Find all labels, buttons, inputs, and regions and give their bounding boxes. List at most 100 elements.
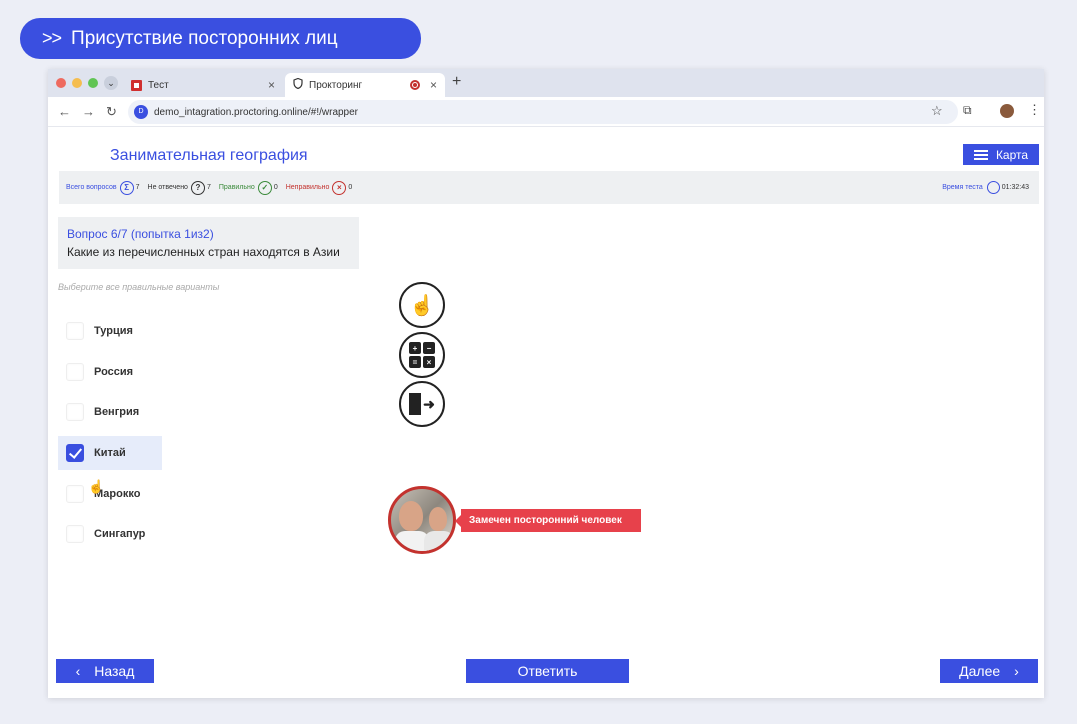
back-button-label: Назад	[94, 663, 135, 679]
tab-title: Прокторинг	[309, 79, 363, 91]
menu-icon	[973, 149, 988, 160]
checkbox-checked[interactable]	[66, 444, 84, 462]
hand-cursor-icon: ☝	[88, 479, 105, 494]
checkbox[interactable]	[66, 525, 84, 543]
bookmark-star-icon[interactable]: ☆	[931, 103, 943, 119]
url-text: demo_intagration.proctoring.online/#!/wr…	[154, 106, 359, 118]
exit-button[interactable]: ➜	[399, 381, 445, 427]
map-button[interactable]: Карта	[963, 144, 1039, 165]
calc-key-equals: =	[409, 356, 421, 368]
url-field[interactable]: D demo_intagration.proctoring.online/#!/…	[128, 100, 958, 124]
avatar[interactable]	[1000, 104, 1014, 118]
stat-label: Неправильно	[285, 184, 330, 191]
test-timer: Время теста 01:32:43	[942, 171, 1029, 204]
calc-key-multiply: ×	[423, 356, 435, 368]
stat-label: Не отвечено	[147, 184, 188, 191]
webcam-preview	[388, 486, 456, 554]
stat-value: 7	[135, 184, 140, 191]
option-label: Венгрия	[94, 406, 140, 418]
stat-wrong: Неправильно × 0	[285, 180, 353, 195]
exit-arrow-icon: ➜	[423, 395, 435, 412]
page-content: Занимательная география Карта Всего вопр…	[48, 127, 1044, 698]
close-window-icon[interactable]	[56, 78, 66, 88]
stat-unanswered: Не отвечено ? 7	[147, 180, 211, 195]
option-label: Китай	[94, 447, 126, 459]
calc-key-minus: −	[423, 342, 435, 354]
banner-title: Присутствие посторонних лиц	[71, 27, 338, 49]
tab-test[interactable]: Тест ×	[123, 73, 283, 97]
option-morocco[interactable]: Марокко	[58, 477, 162, 511]
stopwatch-icon	[986, 181, 1000, 194]
reload-icon[interactable]: ↻	[106, 104, 117, 120]
recording-icon	[409, 80, 420, 90]
double-arrow-icon: >>	[42, 28, 62, 48]
tap-hand-icon: ☝	[409, 294, 435, 317]
address-bar-row: ← → ↻ D demo_intagration.proctoring.onli…	[48, 97, 1044, 127]
stat-value: 0	[273, 184, 278, 191]
question-box: Вопрос 6/7 (попытка 1из2) Какие из переч…	[58, 217, 359, 269]
page-title: Занимательная география	[110, 147, 308, 164]
help-button[interactable]: ☝	[399, 282, 445, 328]
person-face	[429, 507, 447, 531]
violation-alert: Замечен посторонний человек	[455, 509, 641, 532]
chevron-down-icon[interactable]: ⌄	[104, 76, 118, 90]
calculator-button[interactable]: + − = ×	[399, 332, 445, 378]
minimize-window-icon[interactable]	[72, 78, 82, 88]
stats-bar: Всего вопросов Σ 7 Не отвечено ? 7 Прави…	[59, 171, 1039, 204]
stat-value: 0	[348, 184, 353, 191]
tab-title: Тест	[148, 79, 169, 91]
answer-hint: Выберите все правильные варианты	[58, 282, 220, 292]
option-label: Россия	[94, 366, 134, 378]
map-button-label: Карта	[995, 147, 1029, 162]
option-singapore[interactable]: Сингапур	[58, 517, 162, 551]
stat-correct: Правильно ✓ 0	[218, 180, 278, 195]
question-icon: ?	[190, 180, 205, 195]
cross-icon: ×	[332, 180, 347, 195]
site-info-icon[interactable]: D	[134, 105, 148, 119]
new-tab-button[interactable]: +	[452, 73, 461, 91]
tab-bar: ⌄ Тест × Прокторинг × +	[48, 69, 1044, 97]
option-russia[interactable]: Россия	[58, 355, 162, 389]
stat-value: 7	[206, 184, 211, 191]
section-banner: >> Присутствие посторонних лиц	[20, 18, 421, 59]
person-shirt	[424, 531, 453, 551]
forward-arrow-icon[interactable]: →	[82, 104, 95, 119]
test-favicon-icon	[131, 79, 142, 91]
back-arrow-icon[interactable]: ←	[58, 104, 71, 119]
answer-button[interactable]: Ответить	[466, 659, 629, 683]
shield-icon	[293, 77, 303, 92]
close-tab-icon[interactable]: ×	[430, 78, 437, 92]
option-china[interactable]: Китай	[58, 436, 162, 470]
maximize-window-icon[interactable]	[88, 78, 98, 88]
chevron-left-icon: ‹	[75, 663, 81, 679]
chevron-right-icon: ›	[1014, 663, 1019, 679]
next-button-label: Далее	[959, 663, 1001, 679]
question-text: Какие из перечисленных стран находятся в…	[67, 245, 340, 259]
calc-key-plus: +	[409, 342, 421, 354]
next-button[interactable]: Далее ›	[940, 659, 1038, 683]
option-turkey[interactable]: Турция	[58, 314, 162, 348]
stat-total: Всего вопросов Σ 7	[66, 180, 140, 195]
exit-door-icon	[409, 393, 422, 415]
tab-proctoring[interactable]: Прокторинг ×	[285, 73, 445, 97]
close-tab-icon[interactable]: ×	[268, 78, 275, 92]
stat-label: Правильно	[218, 184, 255, 191]
extensions-icon[interactable]: ⧉	[963, 103, 972, 118]
browser-window: ⌄ Тест × Прокторинг × + ← → ↻ D demo_int…	[48, 69, 1044, 698]
timer-label: Время теста	[942, 184, 983, 191]
timer-value: 01:32:43	[1001, 184, 1029, 191]
option-label: Турция	[94, 325, 133, 337]
question-header: Вопрос 6/7 (попытка 1из2)	[67, 227, 214, 241]
option-label: Сингапур	[94, 528, 146, 540]
stat-label: Всего вопросов	[66, 184, 117, 191]
checkbox[interactable]	[66, 363, 84, 381]
more-menu-icon[interactable]: ⋮	[1028, 102, 1041, 118]
checkbox[interactable]	[66, 403, 84, 421]
calculator-icon: + − = ×	[409, 342, 435, 368]
option-hungary[interactable]: Венгрия	[58, 395, 162, 429]
sigma-icon: Σ	[119, 180, 134, 195]
checkbox[interactable]	[66, 322, 84, 340]
back-button[interactable]: ‹ Назад	[56, 659, 154, 683]
checkbox[interactable]	[66, 485, 84, 503]
check-icon: ✓	[257, 180, 272, 195]
